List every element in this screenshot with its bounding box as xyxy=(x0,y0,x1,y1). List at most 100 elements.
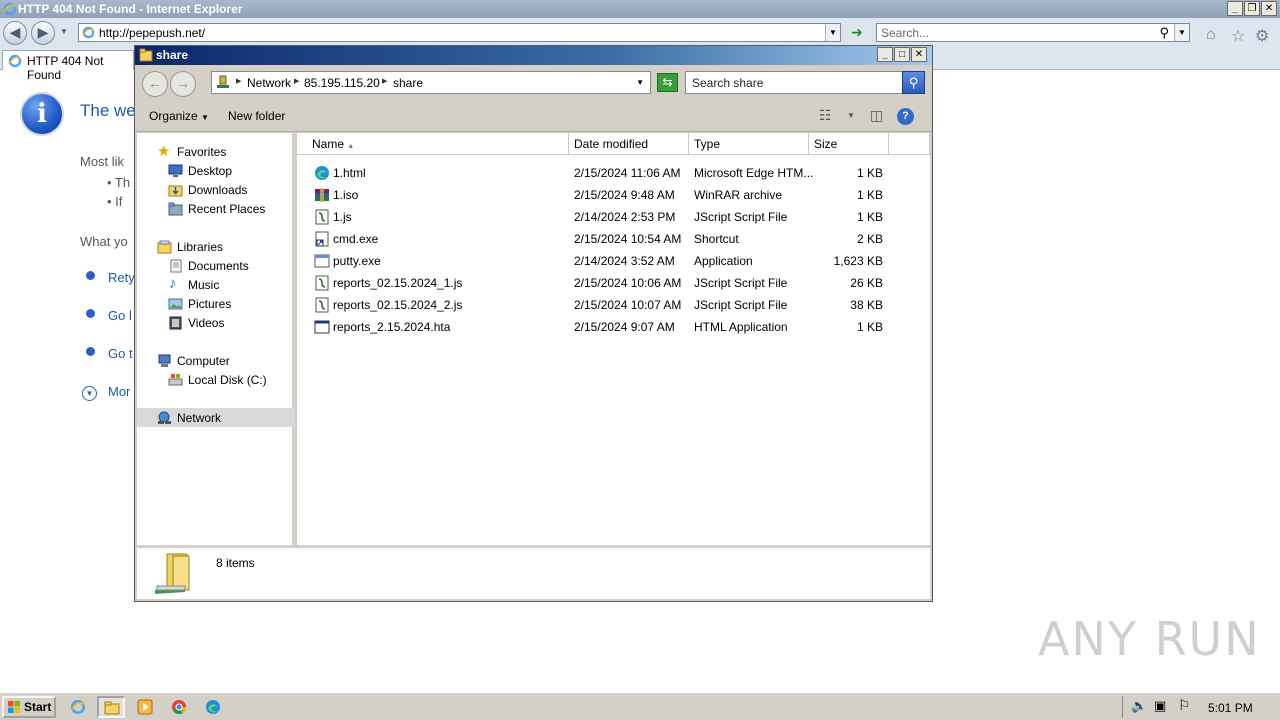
forward-arrow-icon: ▶ xyxy=(37,24,49,40)
taskbar-chrome-button[interactable] xyxy=(165,696,193,718)
network-folder-icon xyxy=(155,553,190,594)
help-icon[interactable]: ? xyxy=(897,108,914,125)
ie-tab-404[interactable]: HTTP 404 Not Found xyxy=(2,50,134,82)
table-row[interactable]: cmd.exe 2/15/2024 10:54 AM Shortcut 2 KB xyxy=(297,228,930,250)
table-row[interactable]: reports_02.15.2024_1.js 2/15/2024 10:06 … xyxy=(297,272,930,294)
ie-restore-button[interactable]: ❐ xyxy=(1244,1,1260,16)
breadcrumb-network[interactable]: Network xyxy=(247,76,291,90)
file-size: 1 KB xyxy=(856,188,883,202)
explorer-back-button[interactable]: ← xyxy=(142,71,168,97)
file-size: 1 KB xyxy=(856,210,883,224)
file-size: 2 KB xyxy=(856,232,883,246)
explorer-forward-button[interactable]: → xyxy=(170,71,196,97)
explorer-search-box[interactable]: Search share ⚲ xyxy=(685,71,925,94)
ie-navigation-bar: ◀ ▶ ▼ http://pepepush.net/ ▼ ➜ Search...… xyxy=(0,18,1280,48)
downloads-icon xyxy=(168,185,183,197)
favorites-star-icon[interactable]: ☆ xyxy=(1231,26,1245,46)
file-date: 2/15/2024 9:48 AM xyxy=(574,188,675,202)
taskbar-ie-button[interactable] xyxy=(64,696,92,718)
taskbar-explorer-button[interactable] xyxy=(97,696,125,718)
ie-tab-icon xyxy=(8,54,22,68)
search-dropdown-icon[interactable]: ▼ xyxy=(1174,24,1189,41)
taskbar-edge-button[interactable] xyxy=(199,696,227,718)
ie-window-title: HTTP 404 Not Found - Internet Explorer xyxy=(18,2,243,16)
tree-label: Documents xyxy=(188,259,249,273)
page-link-go-2[interactable]: Go t xyxy=(108,346,133,361)
page-link-retry[interactable]: Rety xyxy=(108,270,135,285)
new-folder-button[interactable]: New folder xyxy=(228,109,285,123)
breadcrumb-share[interactable]: share xyxy=(393,76,423,90)
file-size: 1 KB xyxy=(856,320,883,334)
view-options-icon[interactable]: ☷ xyxy=(819,107,832,124)
table-row[interactable]: reports_02.15.2024_2.js 2/15/2024 10:07 … xyxy=(297,294,930,316)
breadcrumb[interactable]: ▶ Network ▶ 85.195.115.20 ▶ share ▼ xyxy=(211,71,651,94)
tree-label: Desktop xyxy=(188,164,233,178)
column-header-date[interactable]: Date modified xyxy=(569,133,689,155)
breadcrumb-arrow-icon[interactable]: ▶ xyxy=(236,77,241,85)
file-type: Shortcut xyxy=(694,232,739,246)
ie-close-button[interactable]: ✕ xyxy=(1261,1,1277,16)
recent-places-icon xyxy=(168,202,183,216)
file-type: HTML Application xyxy=(694,320,788,334)
preview-pane-icon[interactable]: ◫ xyxy=(870,107,883,124)
gear-icon[interactable]: ⚙ xyxy=(1255,26,1269,46)
table-row[interactable]: 1.iso 2/15/2024 9:48 AM WinRAR archive 1… xyxy=(297,184,930,206)
explorer-maximize-button[interactable]: □ xyxy=(894,47,910,62)
address-dropdown-icon[interactable]: ▼ xyxy=(825,24,840,41)
page-link-more[interactable]: Mor xyxy=(108,384,130,399)
explorer-minimize-button[interactable]: _ xyxy=(877,47,893,62)
jscript-icon xyxy=(315,209,329,225)
explorer-nav-bar: ← → ▶ Network ▶ 85.195.115.20 ▶ share ▼ … xyxy=(135,65,932,100)
file-date: 2/14/2024 3:52 AM xyxy=(574,254,675,268)
breadcrumb-arrow-icon[interactable]: ▶ xyxy=(294,77,299,85)
table-row[interactable]: reports_2.15.2024.hta 2/15/2024 9:07 AM … xyxy=(297,316,930,338)
column-header-size[interactable]: Size xyxy=(809,133,889,155)
column-header-type[interactable]: Type xyxy=(689,133,809,155)
breadcrumb-host[interactable]: 85.195.115.20 xyxy=(304,76,380,90)
network-tray-icon[interactable]: ▣ xyxy=(1154,698,1166,714)
ie-go-button[interactable]: ➜ xyxy=(848,24,866,41)
search-icon[interactable]: ⚲ xyxy=(902,71,925,94)
breadcrumb-dropdown-icon[interactable]: ▼ xyxy=(636,78,644,87)
start-button[interactable]: Start xyxy=(2,696,56,718)
jscript-icon xyxy=(315,297,329,313)
volume-icon[interactable]: 🔈 xyxy=(1131,698,1147,714)
explorer-title-bar[interactable]: share _ □ ✕ xyxy=(135,46,932,65)
taskbar-media-player-button[interactable] xyxy=(131,696,159,718)
tree-label: Favorites xyxy=(177,145,227,159)
table-row[interactable]: 1.html 2/15/2024 11:06 AM Microsoft Edge… xyxy=(297,162,930,184)
home-icon[interactable]: ⌂ xyxy=(1206,26,1216,44)
organize-button[interactable]: Organize ▼ xyxy=(149,109,209,123)
search-icon[interactable]: ⚲ xyxy=(1159,25,1169,41)
sort-ascending-icon: ▲ xyxy=(347,143,355,150)
ie-search-box[interactable]: Search... ⚲ ▼ xyxy=(876,23,1190,42)
network-icon xyxy=(217,75,229,88)
view-dropdown-icon[interactable]: ▼ xyxy=(847,111,855,120)
action-center-flag-icon[interactable]: ⚐ xyxy=(1178,697,1191,714)
shortcut-icon xyxy=(315,231,329,247)
ie-title-bar[interactable]: HTTP 404 Not Found - Internet Explorer _… xyxy=(0,0,1280,18)
chevron-down-icon: ▼ xyxy=(201,113,209,122)
file-name: cmd.exe xyxy=(333,232,379,246)
ie-history-dropdown-icon[interactable]: ▼ xyxy=(60,27,68,36)
page-link-go-1[interactable]: Go l xyxy=(108,308,132,323)
refresh-button[interactable]: ⇆ xyxy=(657,73,678,92)
more-info-chevron-icon[interactable]: ▼ xyxy=(82,386,97,401)
libraries-icon xyxy=(157,240,172,254)
ie-forward-button[interactable]: ▶ xyxy=(31,21,55,45)
ie-minimize-button[interactable]: _ xyxy=(1227,1,1243,16)
file-type: WinRAR archive xyxy=(694,188,783,202)
back-arrow-icon: ← xyxy=(148,75,162,91)
ie-address-bar[interactable]: http://pepepush.net/ ▼ xyxy=(78,23,841,42)
file-date: 2/15/2024 10:54 AM xyxy=(574,232,682,246)
file-size: 1,623 KB xyxy=(833,254,883,268)
explorer-close-button[interactable]: ✕ xyxy=(911,47,927,62)
ie-back-button[interactable]: ◀ xyxy=(3,21,27,45)
table-row[interactable]: putty.exe 2/14/2024 3:52 AM Application … xyxy=(297,250,930,272)
column-header-name[interactable]: Name ▲ xyxy=(297,133,569,155)
breadcrumb-arrow-icon[interactable]: ▶ xyxy=(382,77,387,85)
table-row[interactable]: 1.js 2/14/2024 2:53 PM JScript Script Fi… xyxy=(297,206,930,228)
clock[interactable]: 5:01 PM xyxy=(1208,701,1253,715)
navigation-pane: ★ Favorites Desktop Downloads Recent Pla… xyxy=(137,133,295,545)
tree-label: Libraries xyxy=(177,240,224,254)
